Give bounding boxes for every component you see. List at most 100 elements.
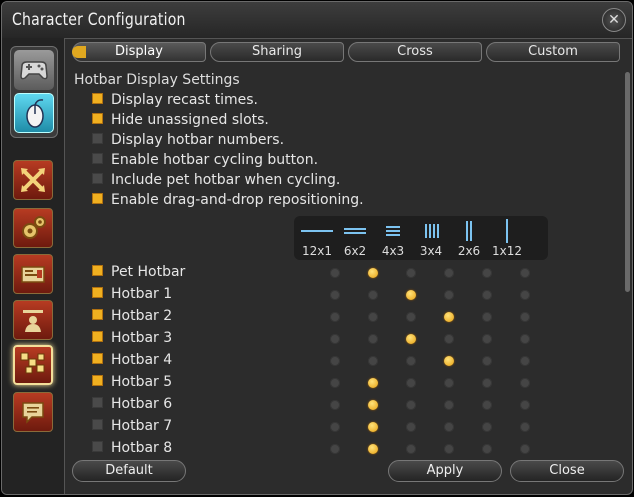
tab-custom[interactable]: Custom (486, 42, 620, 62)
layout-radio-2x6[interactable] (482, 268, 492, 278)
hotbar-row[interactable]: Hotbar 4 (92, 352, 172, 372)
layout-radio-1x12[interactable] (520, 356, 530, 366)
layout-radio-1x12[interactable] (520, 312, 530, 322)
default-button[interactable]: Default (72, 460, 186, 482)
hotbar-row[interactable]: Hotbar 3 (92, 330, 172, 350)
layout-radio-3x4[interactable] (444, 290, 454, 300)
character-icon[interactable] (13, 300, 53, 340)
hotbar-checkbox[interactable] (92, 352, 103, 364)
option-row[interactable]: Hide unassigned slots. (92, 112, 269, 130)
layout-radio-2x6[interactable] (482, 422, 492, 432)
layout-radio-12x1[interactable] (330, 312, 340, 322)
layout-radio-1x12[interactable] (520, 378, 530, 388)
layout-radio-12x1[interactable] (330, 444, 340, 454)
layout-radio-1x12[interactable] (520, 334, 530, 344)
option-row[interactable]: Display recast times. (92, 92, 258, 110)
layout-radio-3x4[interactable] (444, 400, 454, 410)
layout-radio-4x3[interactable] (406, 378, 416, 388)
title-bar[interactable]: Character Configuration ✕ (2, 2, 632, 39)
layout-radio-4x3[interactable] (406, 334, 416, 344)
gears-icon[interactable] (13, 208, 53, 248)
id-card-icon[interactable] (13, 254, 53, 294)
hotbar-checkbox[interactable] (92, 330, 103, 342)
layout-radio-3x4[interactable] (444, 444, 454, 454)
layout-radio-6x2[interactable] (368, 378, 378, 388)
layout-radio-4x3[interactable] (406, 290, 416, 300)
tab-sharing[interactable]: Sharing (210, 42, 344, 62)
layout-radio-2x6[interactable] (482, 400, 492, 410)
layout-radio-1x12[interactable] (520, 268, 530, 278)
option-checkbox[interactable] (92, 152, 103, 164)
hotbar-row[interactable]: Pet Hotbar (92, 264, 185, 284)
tab-display[interactable]: Display (72, 42, 206, 62)
hotbar-icon[interactable] (13, 345, 53, 385)
layout-radio-1x12[interactable] (520, 444, 530, 454)
layout-radio-6x2[interactable] (368, 444, 378, 454)
tab-cross[interactable]: Cross (348, 42, 482, 62)
option-row[interactable]: Enable drag-and-drop repositioning. (92, 192, 364, 210)
layout-radio-4x3[interactable] (406, 268, 416, 278)
layout-radio-12x1[interactable] (330, 268, 340, 278)
option-checkbox[interactable] (92, 132, 103, 144)
hotbar-checkbox[interactable] (92, 440, 103, 452)
close-button[interactable]: Close (510, 460, 624, 482)
hotbar-row[interactable]: Hotbar 5 (92, 374, 172, 394)
layout-radio-4x3[interactable] (406, 400, 416, 410)
layout-radio-1x12[interactable] (520, 422, 530, 432)
layout-radio-2x6[interactable] (482, 334, 492, 344)
apply-button[interactable]: Apply (388, 460, 502, 482)
layout-radio-3x4[interactable] (444, 356, 454, 366)
hotbar-checkbox[interactable] (92, 418, 103, 430)
option-row[interactable]: Enable hotbar cycling button. (92, 152, 318, 170)
layout-radio-6x2[interactable] (368, 400, 378, 410)
layout-radio-4x3[interactable] (406, 444, 416, 454)
option-checkbox[interactable] (92, 92, 103, 104)
hotbar-checkbox[interactable] (92, 308, 103, 320)
option-checkbox[interactable] (92, 172, 103, 184)
layout-radio-2x6[interactable] (482, 290, 492, 300)
option-checkbox[interactable] (92, 192, 103, 204)
layout-radio-3x4[interactable] (444, 378, 454, 388)
hotbar-row[interactable]: Hotbar 2 (92, 308, 172, 328)
option-row[interactable]: Include pet hotbar when cycling. (92, 172, 340, 190)
scrollbar[interactable] (625, 72, 630, 292)
hotbar-checkbox[interactable] (92, 374, 103, 386)
crossed-arrows-icon[interactable] (13, 160, 53, 200)
layout-radio-4x3[interactable] (406, 422, 416, 432)
layout-radio-12x1[interactable] (330, 422, 340, 432)
layout-radio-12x1[interactable] (330, 334, 340, 344)
option-row[interactable]: Display hotbar numbers. (92, 132, 284, 150)
option-checkbox[interactable] (92, 112, 103, 124)
layout-radio-6x2[interactable] (368, 334, 378, 344)
gamepad-icon[interactable] (14, 50, 54, 90)
layout-radio-12x1[interactable] (330, 400, 340, 410)
layout-radio-2x6[interactable] (482, 312, 492, 322)
layout-radio-6x2[interactable] (368, 312, 378, 322)
layout-radio-2x6[interactable] (482, 444, 492, 454)
layout-radio-3x4[interactable] (444, 312, 454, 322)
layout-radio-6x2[interactable] (368, 422, 378, 432)
hotbar-checkbox[interactable] (92, 396, 103, 408)
layout-radio-3x4[interactable] (444, 268, 454, 278)
layout-radio-6x2[interactable] (368, 268, 378, 278)
layout-radio-2x6[interactable] (482, 356, 492, 366)
hotbar-row[interactable]: Hotbar 6 (92, 396, 172, 416)
hotbar-checkbox[interactable] (92, 286, 103, 298)
mouse-icon[interactable] (14, 93, 54, 133)
layout-radio-12x1[interactable] (330, 290, 340, 300)
layout-radio-6x2[interactable] (368, 356, 378, 366)
hotbar-checkbox[interactable] (92, 264, 103, 276)
layout-radio-1x12[interactable] (520, 290, 530, 300)
layout-radio-4x3[interactable] (406, 312, 416, 322)
layout-radio-4x3[interactable] (406, 356, 416, 366)
layout-radio-1x12[interactable] (520, 400, 530, 410)
hotbar-row[interactable]: Hotbar 1 (92, 286, 172, 306)
layout-radio-3x4[interactable] (444, 422, 454, 432)
layout-radio-12x1[interactable] (330, 378, 340, 388)
hotbar-row[interactable]: Hotbar 7 (92, 418, 172, 438)
layout-radio-6x2[interactable] (368, 290, 378, 300)
layout-radio-3x4[interactable] (444, 334, 454, 344)
chat-bubble-icon[interactable] (13, 392, 53, 432)
layout-radio-12x1[interactable] (330, 356, 340, 366)
close-window-icon[interactable]: ✕ (602, 8, 626, 32)
